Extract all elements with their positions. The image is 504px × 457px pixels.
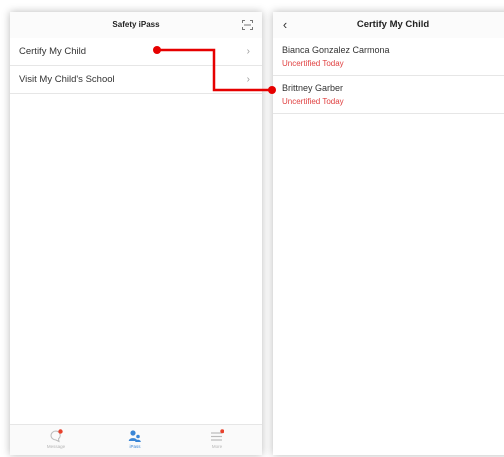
chevron-right-icon: › xyxy=(246,46,250,57)
child-row-bianca[interactable]: Bianca Gonzalez Carmona Uncertified Toda… xyxy=(273,38,504,76)
menu-item-certify-my-child[interactable]: Certify My Child › xyxy=(10,38,262,66)
notification-badge xyxy=(58,429,63,434)
navigation-bar: ‹ Certify My Child xyxy=(273,12,504,39)
tab-label: More xyxy=(211,444,223,449)
tab-ipass[interactable]: iPass xyxy=(110,425,160,455)
safety-ipass-screen: Safety iPass Certify My Child › Visit My… xyxy=(10,12,262,455)
menu-icon xyxy=(211,429,224,441)
chevron-right-icon: › xyxy=(246,74,250,85)
child-name: Brittney Garber xyxy=(282,83,344,93)
menu-item-visit-school[interactable]: Visit My Child's School › xyxy=(10,66,262,94)
tab-label: iPass xyxy=(129,444,141,449)
people-icon xyxy=(128,430,141,442)
tab-message[interactable]: Message xyxy=(31,425,81,455)
navigation-bar: Safety iPass xyxy=(10,12,262,39)
bottom-tab-bar: Message iPass More xyxy=(10,424,262,455)
certification-status: Uncertified Today xyxy=(282,59,344,68)
page-title: Certify My Child xyxy=(356,19,430,30)
child-row-brittney[interactable]: Brittney Garber Uncertified Today › xyxy=(273,76,504,114)
certify-my-child-screen: ‹ Certify My Child Bianca Gonzalez Carmo… xyxy=(273,12,504,455)
message-icon xyxy=(50,429,63,443)
child-name: Bianca Gonzalez Carmona xyxy=(282,45,390,55)
menu-item-label: Visit My Child's School xyxy=(19,74,115,85)
tab-more[interactable]: More xyxy=(192,425,242,455)
menu-item-label: Certify My Child xyxy=(19,46,87,57)
screenshot-stage: Safety iPass Certify My Child › Visit My… xyxy=(0,0,504,457)
tab-label: Message xyxy=(46,444,66,449)
scan-icon[interactable] xyxy=(242,20,253,30)
certification-status: Uncertified Today xyxy=(282,97,344,106)
page-title: Safety iPass xyxy=(112,20,160,29)
